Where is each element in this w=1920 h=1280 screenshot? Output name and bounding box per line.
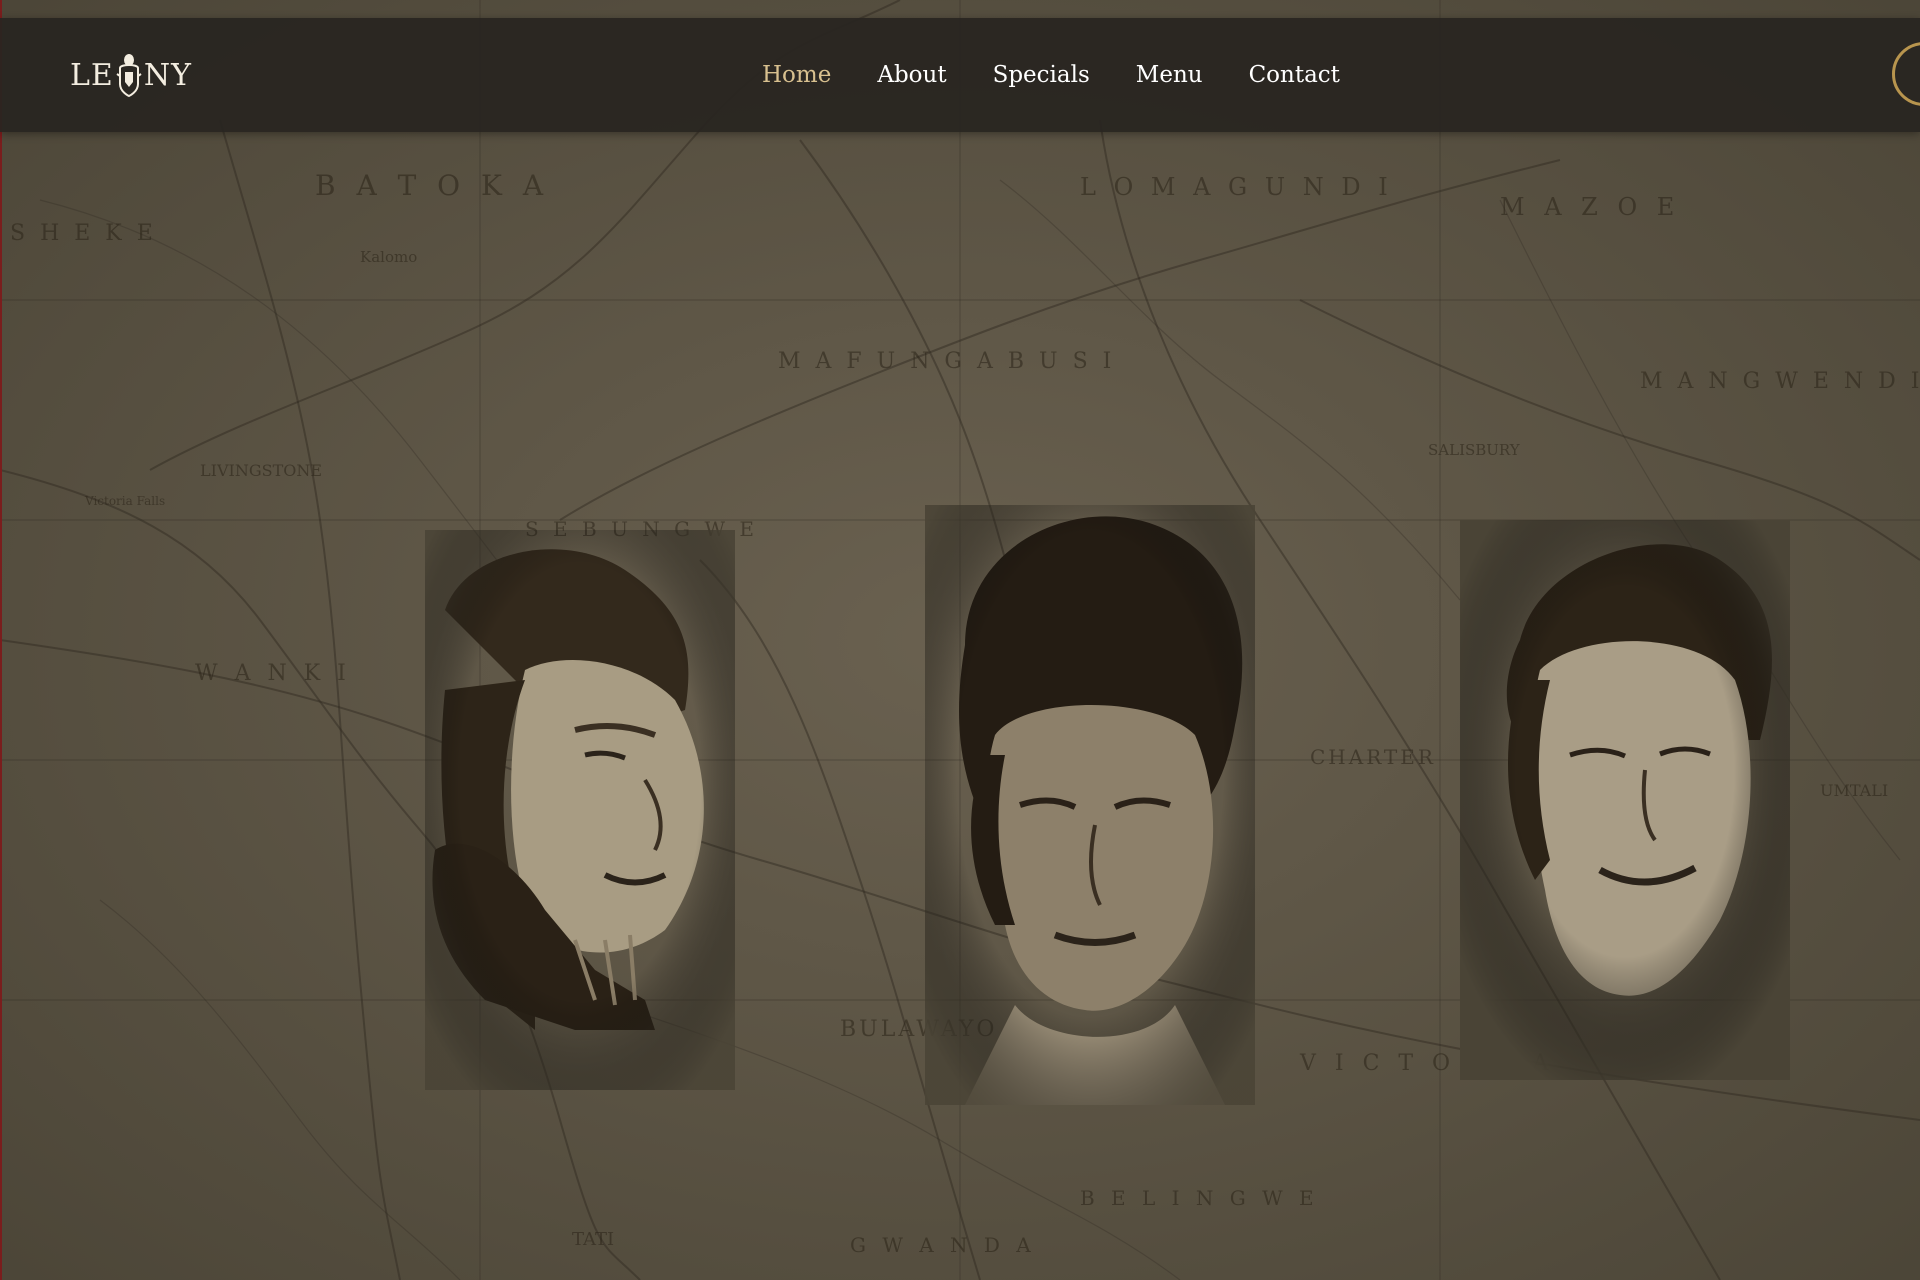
page: B A T O K A S H E K E L O M A G U N D I … bbox=[0, 0, 1920, 1280]
map-label-kalomo: Kalomo bbox=[360, 248, 417, 266]
logo-text-left: LE bbox=[70, 57, 114, 93]
map-label-lomagundi: L O M A G U N D I bbox=[1080, 173, 1393, 201]
map-label-mazoe: M A Z O E bbox=[1500, 193, 1680, 221]
map-label-sheke: S H E K E bbox=[10, 221, 157, 246]
map-label-tati: TATI bbox=[572, 1229, 614, 1250]
map-label-batoka: B A T O K A bbox=[315, 169, 549, 202]
map-label-mangwendi: M A N G W E N D I bbox=[1640, 369, 1920, 394]
map-label-mafungabusi: M A F U N G A B U S I bbox=[778, 349, 1115, 374]
logo-text-right: NY bbox=[143, 57, 192, 93]
map-label-umtali: UMTALI bbox=[1820, 781, 1888, 800]
map-label-livingstone: LIVINGSTONE bbox=[200, 461, 322, 480]
left-edge-accent bbox=[0, 0, 2, 1280]
nav-link-contact[interactable]: Contact bbox=[1249, 62, 1340, 88]
map-label-victoria-falls: Victoria Falls bbox=[84, 494, 165, 508]
portrait-elderly-woman bbox=[425, 530, 735, 1090]
crest-icon bbox=[116, 54, 142, 98]
map-label-gwanda: G W A N D A bbox=[850, 1233, 1036, 1257]
site-logo[interactable]: LE NY bbox=[70, 50, 192, 100]
site-header: LE NY Home About Specials Menu Contact bbox=[0, 18, 1920, 132]
nav-link-menu[interactable]: Menu bbox=[1136, 62, 1203, 88]
portrait-woman-updo bbox=[925, 505, 1255, 1105]
map-label-salisbury: SALISBURY bbox=[1428, 441, 1521, 459]
nav-link-home[interactable]: Home bbox=[762, 62, 831, 88]
map-label-belingwe: B E L I N G W E bbox=[1080, 1186, 1319, 1210]
portrait-smiling-woman bbox=[1460, 520, 1790, 1080]
main-nav: Home About Specials Menu Contact bbox=[762, 18, 1386, 132]
map-label-charter: CHARTER bbox=[1310, 745, 1436, 769]
nav-link-about[interactable]: About bbox=[877, 62, 946, 88]
map-label-wankie: W A N K I bbox=[195, 661, 351, 686]
header-action-button[interactable] bbox=[1892, 42, 1920, 106]
nav-link-specials[interactable]: Specials bbox=[993, 62, 1090, 88]
